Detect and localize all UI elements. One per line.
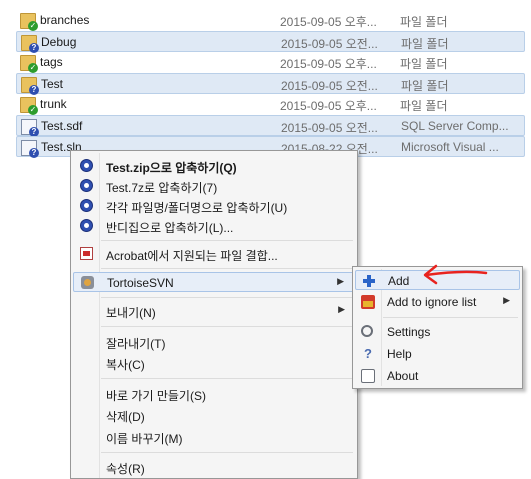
folder-icon: ?: [21, 77, 39, 95]
submenu-item-help[interactable]: ? Help: [355, 344, 520, 364]
file-date: 2015-09-05 오전...: [281, 79, 378, 93]
file-name: Test.sdf: [41, 119, 83, 133]
file-type: 파일 폴더: [401, 79, 449, 93]
menu-separator: [101, 268, 353, 269]
folder-icon: ✓: [20, 55, 38, 73]
file-date: 2015-09-05 오후...: [280, 57, 377, 71]
file-row-test-sdf[interactable]: ? Test.sdf 2015-09-05 오전... SQL Server C…: [16, 115, 525, 137]
menu-item-label: 복사(C): [106, 358, 145, 372]
menu-item-label: 각각 파일명/폴더명으로 압축하기(U): [106, 201, 288, 215]
file-type: 파일 폴더: [400, 57, 448, 71]
menu-item-zip-bandizip[interactable]: 반디집으로 압축하기(L)...: [73, 216, 355, 236]
file-name: tags: [40, 55, 63, 69]
document-icon: ?: [21, 119, 39, 137]
menu-item-properties[interactable]: 속성(R): [73, 457, 355, 477]
submenu-arrow-icon: ▶: [338, 304, 345, 314]
menu-item-rename[interactable]: 이름 바꾸기(M): [73, 427, 355, 447]
help-question-icon: ?: [364, 346, 372, 361]
menu-item-label: 반디집으로 압축하기(L)...: [106, 221, 234, 235]
file-date: 2015-09-05 오전...: [281, 121, 378, 135]
menu-item-delete[interactable]: 삭제(D): [73, 405, 355, 425]
menu-item-label: Test.zip으로 압축하기(Q): [106, 161, 237, 175]
bandizip-icon: [80, 199, 93, 212]
file-row-tags[interactable]: ✓ tags 2015-09-05 오후... 파일 폴더: [16, 52, 525, 73]
folder-icon: ✓: [20, 97, 38, 115]
menu-item-label: 속성(R): [106, 462, 145, 476]
file-type: 파일 폴더: [401, 37, 449, 51]
file-row-test[interactable]: ? Test 2015-09-05 오전... 파일 폴더: [16, 73, 525, 95]
red-annotation-arrow-icon: [423, 264, 488, 285]
submenu-item-label: Settings: [387, 325, 431, 339]
visual-studio-solution-icon: ?: [21, 140, 39, 158]
file-type: 파일 폴더: [400, 15, 448, 29]
submenu-arrow-icon: ▶: [503, 295, 510, 305]
acrobat-pdf-icon: [80, 247, 93, 260]
submenu-item-settings[interactable]: Settings: [355, 322, 520, 342]
menu-item-copy[interactable]: 복사(C): [73, 353, 355, 373]
menu-item-tortoisesvn[interactable]: TortoiseSVN ▶: [73, 272, 355, 292]
folder-icon: ?: [21, 35, 39, 53]
ignore-list-icon: [361, 295, 375, 309]
settings-wrench-icon: [361, 325, 373, 337]
file-date: 2015-09-05 오후...: [280, 99, 377, 113]
menu-item-label: 삭제(D): [106, 410, 145, 424]
about-info-icon: [361, 369, 375, 383]
menu-separator: [101, 297, 353, 298]
bandizip-icon: [80, 159, 93, 172]
file-list: ✓ branches 2015-09-05 오후... 파일 폴더 ? Debu…: [0, 0, 531, 170]
submenu-item-about[interactable]: About: [355, 366, 520, 386]
file-type: 파일 폴더: [400, 99, 448, 113]
file-type: SQL Server Comp...: [401, 119, 509, 133]
submenu-item-label: Add to ignore list: [387, 295, 477, 309]
menu-separator: [101, 452, 353, 453]
file-date: 2015-09-05 오후...: [280, 15, 377, 29]
menu-item-acrobat-combine[interactable]: Acrobat에서 지원되는 파일 결합...: [73, 244, 355, 264]
menu-item-label: 이름 바꾸기(M): [106, 432, 183, 446]
menu-item-label: 바로 가기 만들기(S): [106, 389, 206, 403]
file-name: branches: [40, 13, 90, 27]
submenu-item-label: Add: [388, 274, 410, 288]
file-row-trunk[interactable]: ✓ trunk 2015-09-05 오후... 파일 폴더: [16, 94, 525, 115]
folder-icon: ✓: [20, 13, 38, 31]
file-name: Debug: [41, 35, 77, 49]
menu-item-label: 보내기(N): [106, 306, 156, 320]
submenu-arrow-icon: ▶: [337, 276, 344, 286]
menu-item-label: Acrobat에서 지원되는 파일 결합...: [106, 249, 278, 263]
svn-normal-badge-icon: ✓: [28, 21, 38, 31]
tortoisesvn-icon: [81, 276, 94, 289]
menu-item-send-to[interactable]: 보내기(N) ▶: [73, 301, 355, 321]
menu-item-label: TortoiseSVN: [107, 276, 174, 290]
menu-separator: [101, 326, 353, 327]
menu-item-zip-test[interactable]: Test.zip으로 압축하기(Q): [73, 156, 355, 176]
file-name: Test: [41, 77, 64, 91]
bandizip-icon: [80, 179, 93, 192]
submenu-item-add-to-ignore[interactable]: Add to ignore list ▶: [355, 292, 520, 312]
menu-item-cut[interactable]: 잘라내기(T): [73, 332, 355, 352]
svn-normal-badge-icon: ✓: [28, 63, 38, 73]
svn-normal-badge-icon: ✓: [28, 105, 38, 115]
svn-unversioned-badge-icon: ?: [29, 148, 39, 158]
menu-separator: [101, 378, 353, 379]
menu-separator: [101, 240, 353, 241]
menu-item-label: Test.7z로 압축하기(7): [106, 181, 218, 195]
file-type: Microsoft Visual ...: [401, 140, 499, 154]
submenu-item-label: About: [387, 369, 419, 383]
context-menu: Test.zip으로 압축하기(Q) Test.7z로 압축하기(7) 각각 파…: [70, 150, 358, 479]
file-row-branches[interactable]: ✓ branches 2015-09-05 오후... 파일 폴더: [16, 10, 525, 31]
menu-item-7z-test[interactable]: Test.7z로 압축하기(7): [73, 176, 355, 196]
menu-item-create-shortcut[interactable]: 바로 가기 만들기(S): [73, 384, 355, 404]
add-plus-icon: [362, 274, 376, 288]
file-date: 2015-09-05 오전...: [281, 37, 378, 51]
file-name: trunk: [40, 97, 67, 111]
menu-item-zip-each[interactable]: 각각 파일명/폴더명으로 압축하기(U): [73, 196, 355, 216]
menu-item-label: 잘라내기(T): [106, 337, 166, 351]
submenu-item-label: Help: [387, 347, 412, 361]
bandizip-icon: [80, 219, 93, 232]
file-row-debug[interactable]: ? Debug 2015-09-05 오전... 파일 폴더: [16, 31, 525, 53]
menu-separator: [383, 317, 518, 318]
